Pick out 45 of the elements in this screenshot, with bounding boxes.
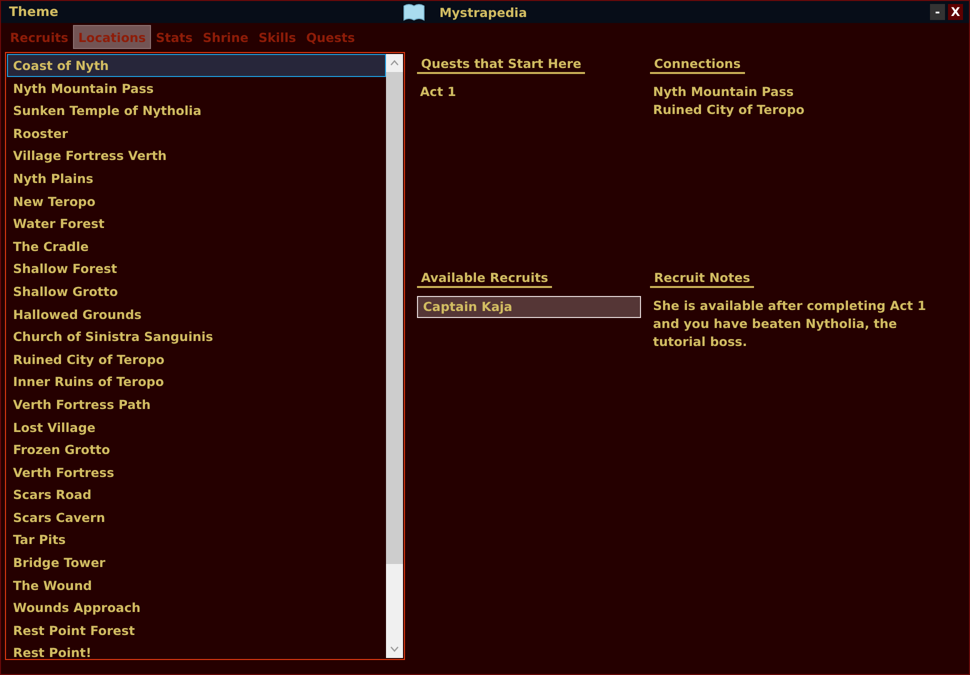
- location-item[interactable]: Rooster: [7, 122, 386, 144]
- location-item[interactable]: Village Fortress Verth: [7, 144, 386, 167]
- section-heading: Recruit Notes: [650, 270, 754, 288]
- location-item[interactable]: Wounds Approach: [7, 596, 386, 619]
- scroll-up-icon[interactable]: [390, 60, 399, 66]
- location-item[interactable]: The Wound: [7, 574, 386, 596]
- section-heading: Connections: [650, 56, 745, 74]
- location-item[interactable]: Bridge Tower: [7, 551, 386, 574]
- location-item[interactable]: New Teropo: [7, 190, 386, 212]
- section-heading: Quests that Start Here: [417, 56, 586, 74]
- location-item[interactable]: Rest Point Forest: [7, 618, 386, 642]
- connection-entry: Ruined City of Teropo: [652, 101, 804, 119]
- location-item[interactable]: Rest Point!: [7, 641, 386, 658]
- location-item[interactable]: Water Forest: [7, 212, 386, 235]
- close-button[interactable]: X: [948, 4, 963, 20]
- location-item[interactable]: Lost Village: [7, 416, 386, 438]
- location-item[interactable]: Scars Cavern: [7, 506, 386, 528]
- location-item[interactable]: Scars Road: [7, 483, 386, 506]
- recruit-note: She is available after completing Act 1 and you have beaten Nytholia, the tutorial boss.: [652, 297, 928, 351]
- minimize-button[interactable]: -: [930, 4, 945, 20]
- theme-menu[interactable]: Theme: [9, 4, 58, 20]
- window-title: Mystrapedia: [439, 4, 528, 20]
- location-item[interactable]: The Cradle: [7, 234, 386, 258]
- connection-entry: Nyth Mountain Pass: [652, 83, 794, 101]
- location-item[interactable]: Inner Ruins of Teropo: [7, 370, 386, 393]
- recruit-item[interactable]: Captain Kaja: [417, 296, 641, 318]
- location-item[interactable]: Verth Fortress: [7, 460, 386, 484]
- location-item[interactable]: Sunken Temple of Nytholia: [7, 99, 386, 122]
- location-item[interactable]: Tar Pits: [7, 528, 386, 552]
- location-item[interactable]: Shallow Grotto: [7, 280, 386, 303]
- section-heading: Available Recruits: [417, 270, 552, 288]
- location-item[interactable]: Nyth Mountain Pass: [7, 76, 386, 100]
- book-icon: [403, 3, 426, 21]
- location-item[interactable]: Verth Fortress Path: [7, 392, 386, 416]
- location-item[interactable]: Ruined City of Teropo: [7, 348, 386, 370]
- scrollbar[interactable]: [386, 54, 403, 658]
- location-item[interactable]: Nyth Plains: [7, 166, 386, 190]
- location-item[interactable]: Coast of Nyth: [7, 54, 386, 77]
- quest-entry: Act 1: [419, 83, 456, 101]
- location-item[interactable]: Hallowed Grounds: [7, 302, 386, 326]
- scroll-thumb[interactable]: [386, 72, 403, 564]
- scroll-down-icon[interactable]: [390, 646, 399, 652]
- location-item[interactable]: Frozen Grotto: [7, 438, 386, 461]
- location-item[interactable]: Church of Sinistra Sanguinis: [7, 325, 386, 348]
- location-item[interactable]: Shallow Forest: [7, 257, 386, 280]
